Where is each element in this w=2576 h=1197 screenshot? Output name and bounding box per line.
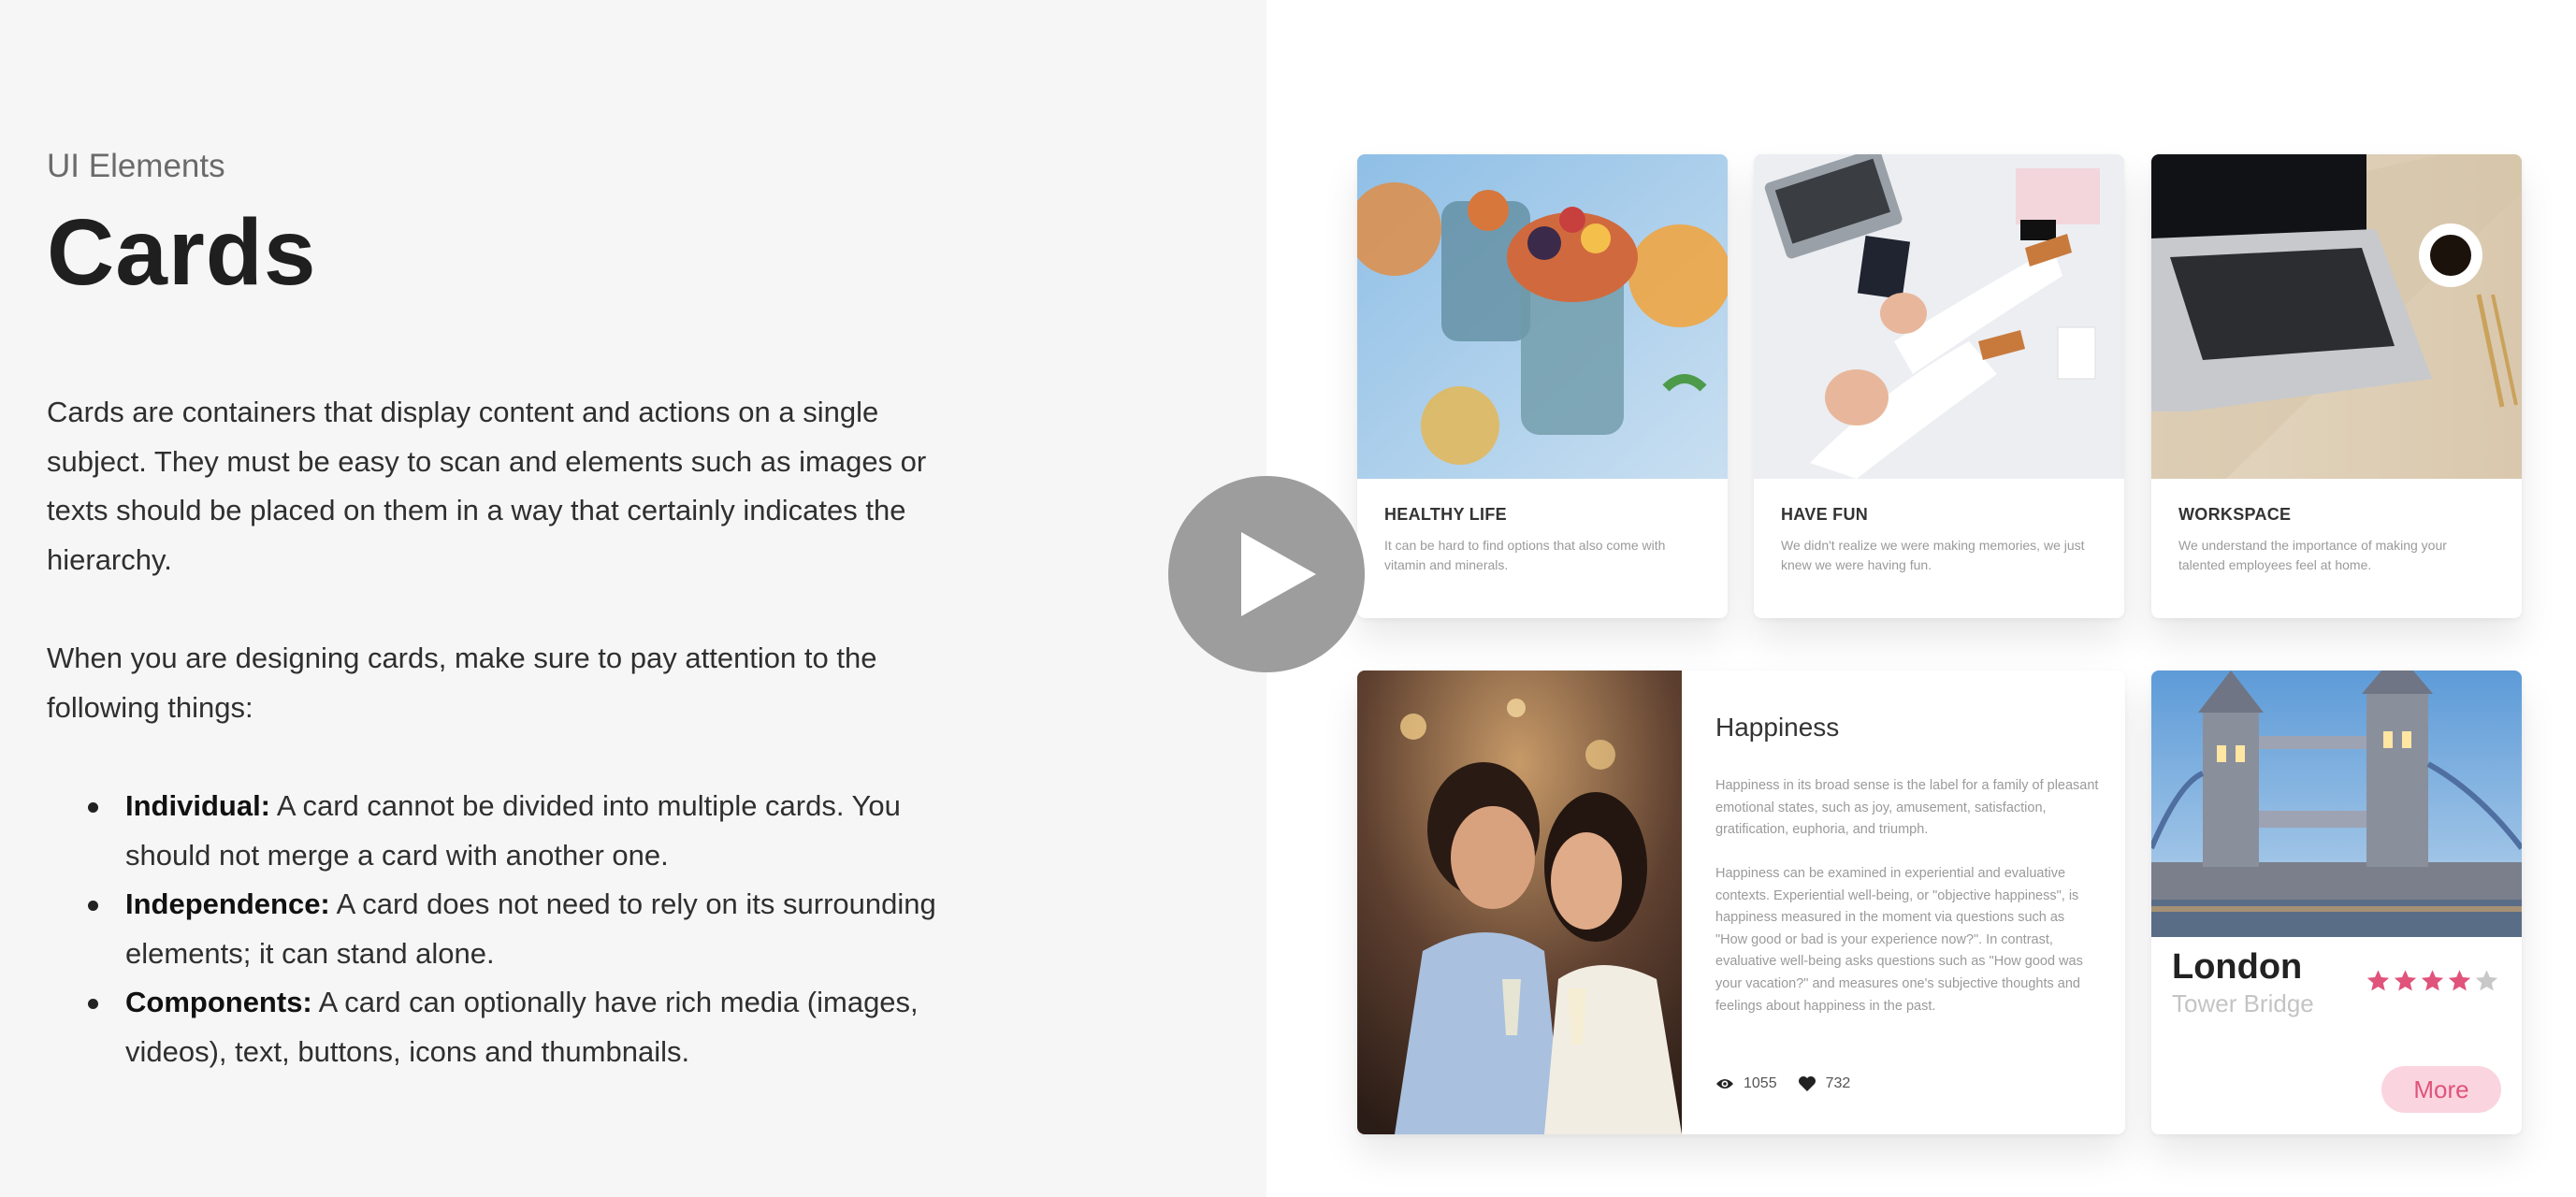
card-have-fun[interactable]: HAVE FUN We didn't realize we were makin… xyxy=(1754,154,2124,618)
views-count: 1055 xyxy=(1744,1075,1777,1091)
likes-count: 732 xyxy=(1825,1075,1851,1091)
card-image-smoothie xyxy=(1357,154,1728,479)
likes-stat[interactable]: 732 xyxy=(1798,1075,1851,1092)
views-stat: 1055 xyxy=(1715,1075,1777,1092)
lead-paragraph: When you are designing cards, make sure … xyxy=(47,642,877,724)
card-stats: 1055 732 xyxy=(1715,1075,1871,1092)
star-icon xyxy=(2419,968,2446,994)
left-panel: UI Elements Cards Cards are containers t… xyxy=(0,0,1266,1197)
card-title: London xyxy=(2172,947,2303,987)
eye-icon xyxy=(1716,1079,1733,1089)
play-button[interactable] xyxy=(1168,476,1365,672)
card-image-laptop xyxy=(2151,154,2522,479)
rating-stars[interactable] xyxy=(2365,968,2500,994)
card-subtitle: Tower Bridge xyxy=(2172,989,2314,1017)
star-icon xyxy=(2365,968,2392,994)
card-description: We understand the importance of making y… xyxy=(2178,538,2447,572)
card-paragraph: Happiness in its broad sense is the labe… xyxy=(1715,778,2099,838)
card-workspace[interactable]: WORKSPACE We understand the importance o… xyxy=(2151,154,2522,618)
play-icon xyxy=(1241,532,1316,616)
section-eyebrow: UI Elements xyxy=(47,148,225,184)
guideline-item-independence: Independence: A card does not need to re… xyxy=(47,880,973,978)
guideline-term: Components: xyxy=(125,986,312,1018)
star-icon xyxy=(2473,968,2500,994)
card-title: HAVE FUN xyxy=(1781,505,1869,524)
card-happiness[interactable]: Happiness Happiness in its broad sense i… xyxy=(1357,671,2125,1134)
more-button[interactable]: More xyxy=(2381,1066,2501,1113)
card-image-flatlay xyxy=(1754,154,2124,479)
card-image-tower-bridge xyxy=(2151,671,2522,937)
card-image-couple xyxy=(1357,671,1682,1134)
card-title: Happiness xyxy=(1715,713,1840,742)
card-description: We didn't realize we were making memorie… xyxy=(1781,538,2085,572)
guideline-term: Independence: xyxy=(125,887,330,920)
card-london[interactable]: London Tower Bridge More xyxy=(2151,671,2522,1134)
intro-paragraph: Cards are containers that display conten… xyxy=(47,396,927,576)
card-description: It can be hard to find options that also… xyxy=(1384,538,1666,572)
guideline-term: Individual: xyxy=(125,789,270,822)
card-title: WORKSPACE xyxy=(2178,505,2292,524)
star-icon xyxy=(2392,968,2419,994)
star-icon xyxy=(2446,968,2473,994)
card-title: HEALTHY LIFE xyxy=(1384,505,1507,524)
card-paragraph: Happiness can be examined in experientia… xyxy=(1715,866,2083,1014)
guideline-list: Individual: A card cannot be divided int… xyxy=(47,782,973,1076)
page-title: Cards xyxy=(47,200,317,305)
guideline-item-components: Components: A card can optionally have r… xyxy=(47,978,973,1076)
heart-icon xyxy=(1798,1076,1816,1091)
guideline-item-individual: Individual: A card cannot be divided int… xyxy=(47,782,973,880)
card-healthy-life[interactable]: HEALTHY LIFE It can be hard to find opti… xyxy=(1357,154,1728,618)
